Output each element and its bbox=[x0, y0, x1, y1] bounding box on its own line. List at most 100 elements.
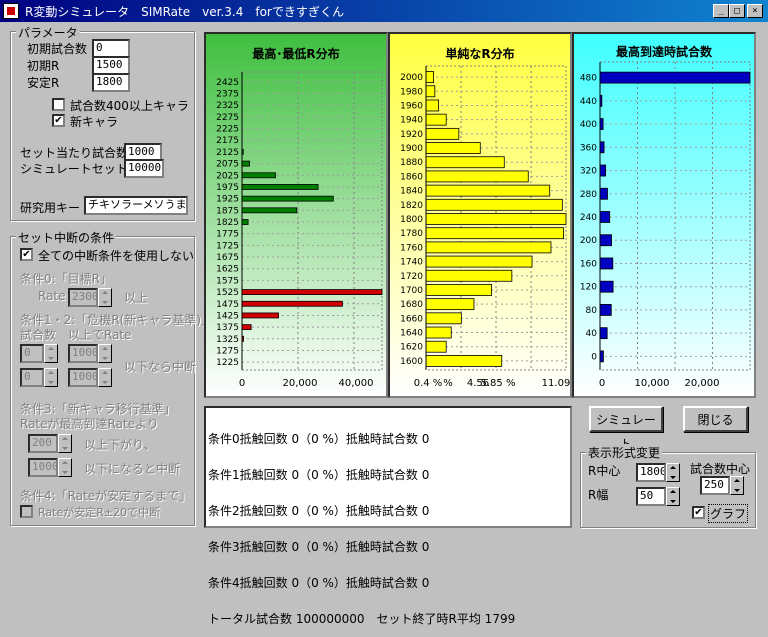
cond0-label: 条件0:「目標R」 bbox=[20, 272, 113, 286]
close-window-button[interactable]: × bbox=[747, 4, 763, 18]
x-tick-label: 0.4 % bbox=[414, 378, 443, 389]
tick-label: 400 bbox=[580, 120, 597, 130]
new-char-checkbox[interactable]: ✔ bbox=[52, 114, 65, 127]
cond4-check-label: Rateが安定R±20で中断 bbox=[38, 506, 161, 519]
cond1-games-input[interactable]: 0 bbox=[20, 344, 44, 363]
chart-bar bbox=[599, 280, 614, 293]
games-center-label: 試合数中心 bbox=[690, 462, 751, 476]
x-tick-label: 20,000 bbox=[283, 378, 318, 389]
above-label: 以上 bbox=[124, 291, 149, 305]
tick-label: 480 bbox=[580, 74, 597, 84]
tick-label: 1275 bbox=[216, 346, 239, 356]
games-chart-title: 最高到達時試合数 bbox=[616, 44, 713, 59]
tick-label: 1900 bbox=[400, 144, 423, 154]
chart-bar bbox=[241, 184, 319, 190]
cond4-checkbox[interactable] bbox=[20, 505, 33, 518]
cond2-games-input[interactable]: 0 bbox=[20, 368, 44, 387]
stable-r-input[interactable]: 1800 bbox=[92, 73, 130, 92]
cond2-rate-spinner[interactable] bbox=[98, 368, 112, 387]
close-button[interactable]: 閉じる bbox=[683, 406, 748, 432]
tick-label: 320 bbox=[580, 167, 597, 177]
maximize-button[interactable]: □ bbox=[729, 4, 745, 18]
log-line: 条件0抵触回数 0（0 %）抵触時試合数 0 bbox=[208, 432, 430, 446]
cond2-games-spinner[interactable] bbox=[44, 368, 58, 387]
x-tick-label: 0 bbox=[599, 378, 605, 389]
cond1-games-spinner[interactable] bbox=[44, 344, 58, 363]
chart-bar bbox=[599, 164, 607, 177]
tick-label: 1625 bbox=[216, 265, 239, 275]
r-center-label: R中心 bbox=[588, 464, 621, 478]
tick-label: 1825 bbox=[216, 218, 239, 228]
chart-bar bbox=[241, 195, 334, 202]
log-line: 条件3抵触回数 0（0 %）抵触時試合数 0 bbox=[208, 540, 430, 554]
chart-bar bbox=[599, 257, 614, 270]
log-line: 条件2抵触回数 0（0 %）抵触時試合数 0 bbox=[208, 504, 430, 518]
chart-bar bbox=[599, 350, 604, 363]
target-rate-spinner[interactable] bbox=[98, 288, 112, 307]
x-tick-label: 0 bbox=[239, 378, 245, 389]
tick-label: 1680 bbox=[400, 300, 423, 310]
games-center-spinner[interactable] bbox=[730, 476, 744, 495]
minimize-button[interactable]: _ bbox=[713, 4, 729, 18]
cond3-drop-input[interactable]: 200 bbox=[28, 434, 58, 453]
games-center-input[interactable]: 250 bbox=[700, 476, 730, 495]
chart-bar bbox=[599, 187, 608, 200]
highlow-chart-title: 最高･最低R分布 bbox=[252, 46, 339, 61]
x-tick-label: 5.85 % bbox=[481, 378, 516, 389]
tick-label: 2325 bbox=[216, 101, 239, 111]
chart-bar bbox=[241, 289, 383, 295]
chart-bar bbox=[425, 284, 493, 296]
r-width-input[interactable]: 50 bbox=[636, 487, 666, 506]
chart-bar bbox=[599, 327, 608, 340]
chart-bar bbox=[425, 241, 552, 254]
chart-bar bbox=[425, 326, 452, 339]
chart-bar bbox=[241, 312, 279, 319]
tick-label: 1980 bbox=[400, 87, 423, 97]
chart-bar bbox=[425, 255, 533, 268]
chart-bar bbox=[599, 211, 611, 223]
tick-label: 1725 bbox=[216, 241, 239, 251]
tick-label: 1475 bbox=[216, 300, 239, 310]
tick-label: 440 bbox=[580, 97, 597, 107]
r-center-input[interactable]: 1800 bbox=[636, 463, 666, 482]
r-width-spinner[interactable] bbox=[666, 487, 680, 506]
simulate-button[interactable]: シミュレート bbox=[589, 406, 663, 451]
sim-sets-input[interactable]: 10000 bbox=[124, 159, 164, 178]
tick-label: 1375 bbox=[216, 323, 239, 333]
chart-bar bbox=[425, 213, 567, 225]
cond3-floor-spinner[interactable] bbox=[58, 458, 72, 477]
cond3-floor-label: 以下になると中断 bbox=[84, 462, 181, 476]
chart-bar bbox=[425, 269, 513, 282]
cond2-rate-input[interactable]: 1000 bbox=[68, 368, 98, 387]
cond3-desc: Rateが最高到達Rateより bbox=[20, 417, 159, 431]
simple-r-chart: 単純なR分布 2000 1980 1960 1940 1920 1900 1880 1860 1… bbox=[390, 34, 570, 396]
params-group-label: パラメータ bbox=[16, 24, 80, 41]
tick-label: 1860 bbox=[400, 172, 423, 182]
cond3-floor-input[interactable]: 1000 bbox=[28, 458, 58, 477]
graph-checkbox[interactable]: ✔ bbox=[692, 506, 705, 519]
r-center-spinner[interactable] bbox=[666, 463, 680, 482]
cond1-rate-spinner[interactable] bbox=[98, 344, 112, 363]
target-rate-input[interactable]: 2300 bbox=[68, 288, 98, 307]
tick-label: 1700 bbox=[400, 286, 423, 296]
simple-chart-panel: 単純なR分布 2000 1980 1960 1940 1920 1900 1880 1860 1… bbox=[388, 32, 572, 398]
research-key-input[interactable]: チキソラーメソうまい bbox=[84, 196, 188, 215]
over400-checkbox[interactable] bbox=[52, 98, 65, 111]
chart-bar bbox=[425, 99, 440, 112]
cond3-drop-spinner[interactable] bbox=[58, 434, 72, 453]
tick-label: 1760 bbox=[400, 243, 423, 253]
graph-label: グラフ bbox=[708, 504, 749, 523]
chart-bar bbox=[425, 198, 563, 211]
above-rate-label: 以上でRate bbox=[68, 328, 132, 342]
stop-conditions-label: セット中断の条件 bbox=[16, 229, 117, 246]
tick-label: 1940 bbox=[400, 116, 423, 126]
initial-games-label: 初期試合数 bbox=[27, 42, 88, 56]
chart-bar bbox=[241, 219, 249, 225]
chart-bar bbox=[425, 312, 462, 325]
cond1-rate-input[interactable]: 1000 bbox=[68, 344, 98, 363]
cond3-drop-label: 以上下がり、 bbox=[84, 438, 156, 452]
tick-label: 1600 bbox=[400, 357, 423, 367]
disable-all-checkbox[interactable]: ✔ bbox=[20, 248, 33, 261]
log-line: トータル試合数 100000000 セット終了時R平均 1799 bbox=[208, 612, 516, 626]
stable-r-label: 安定R bbox=[27, 76, 60, 90]
